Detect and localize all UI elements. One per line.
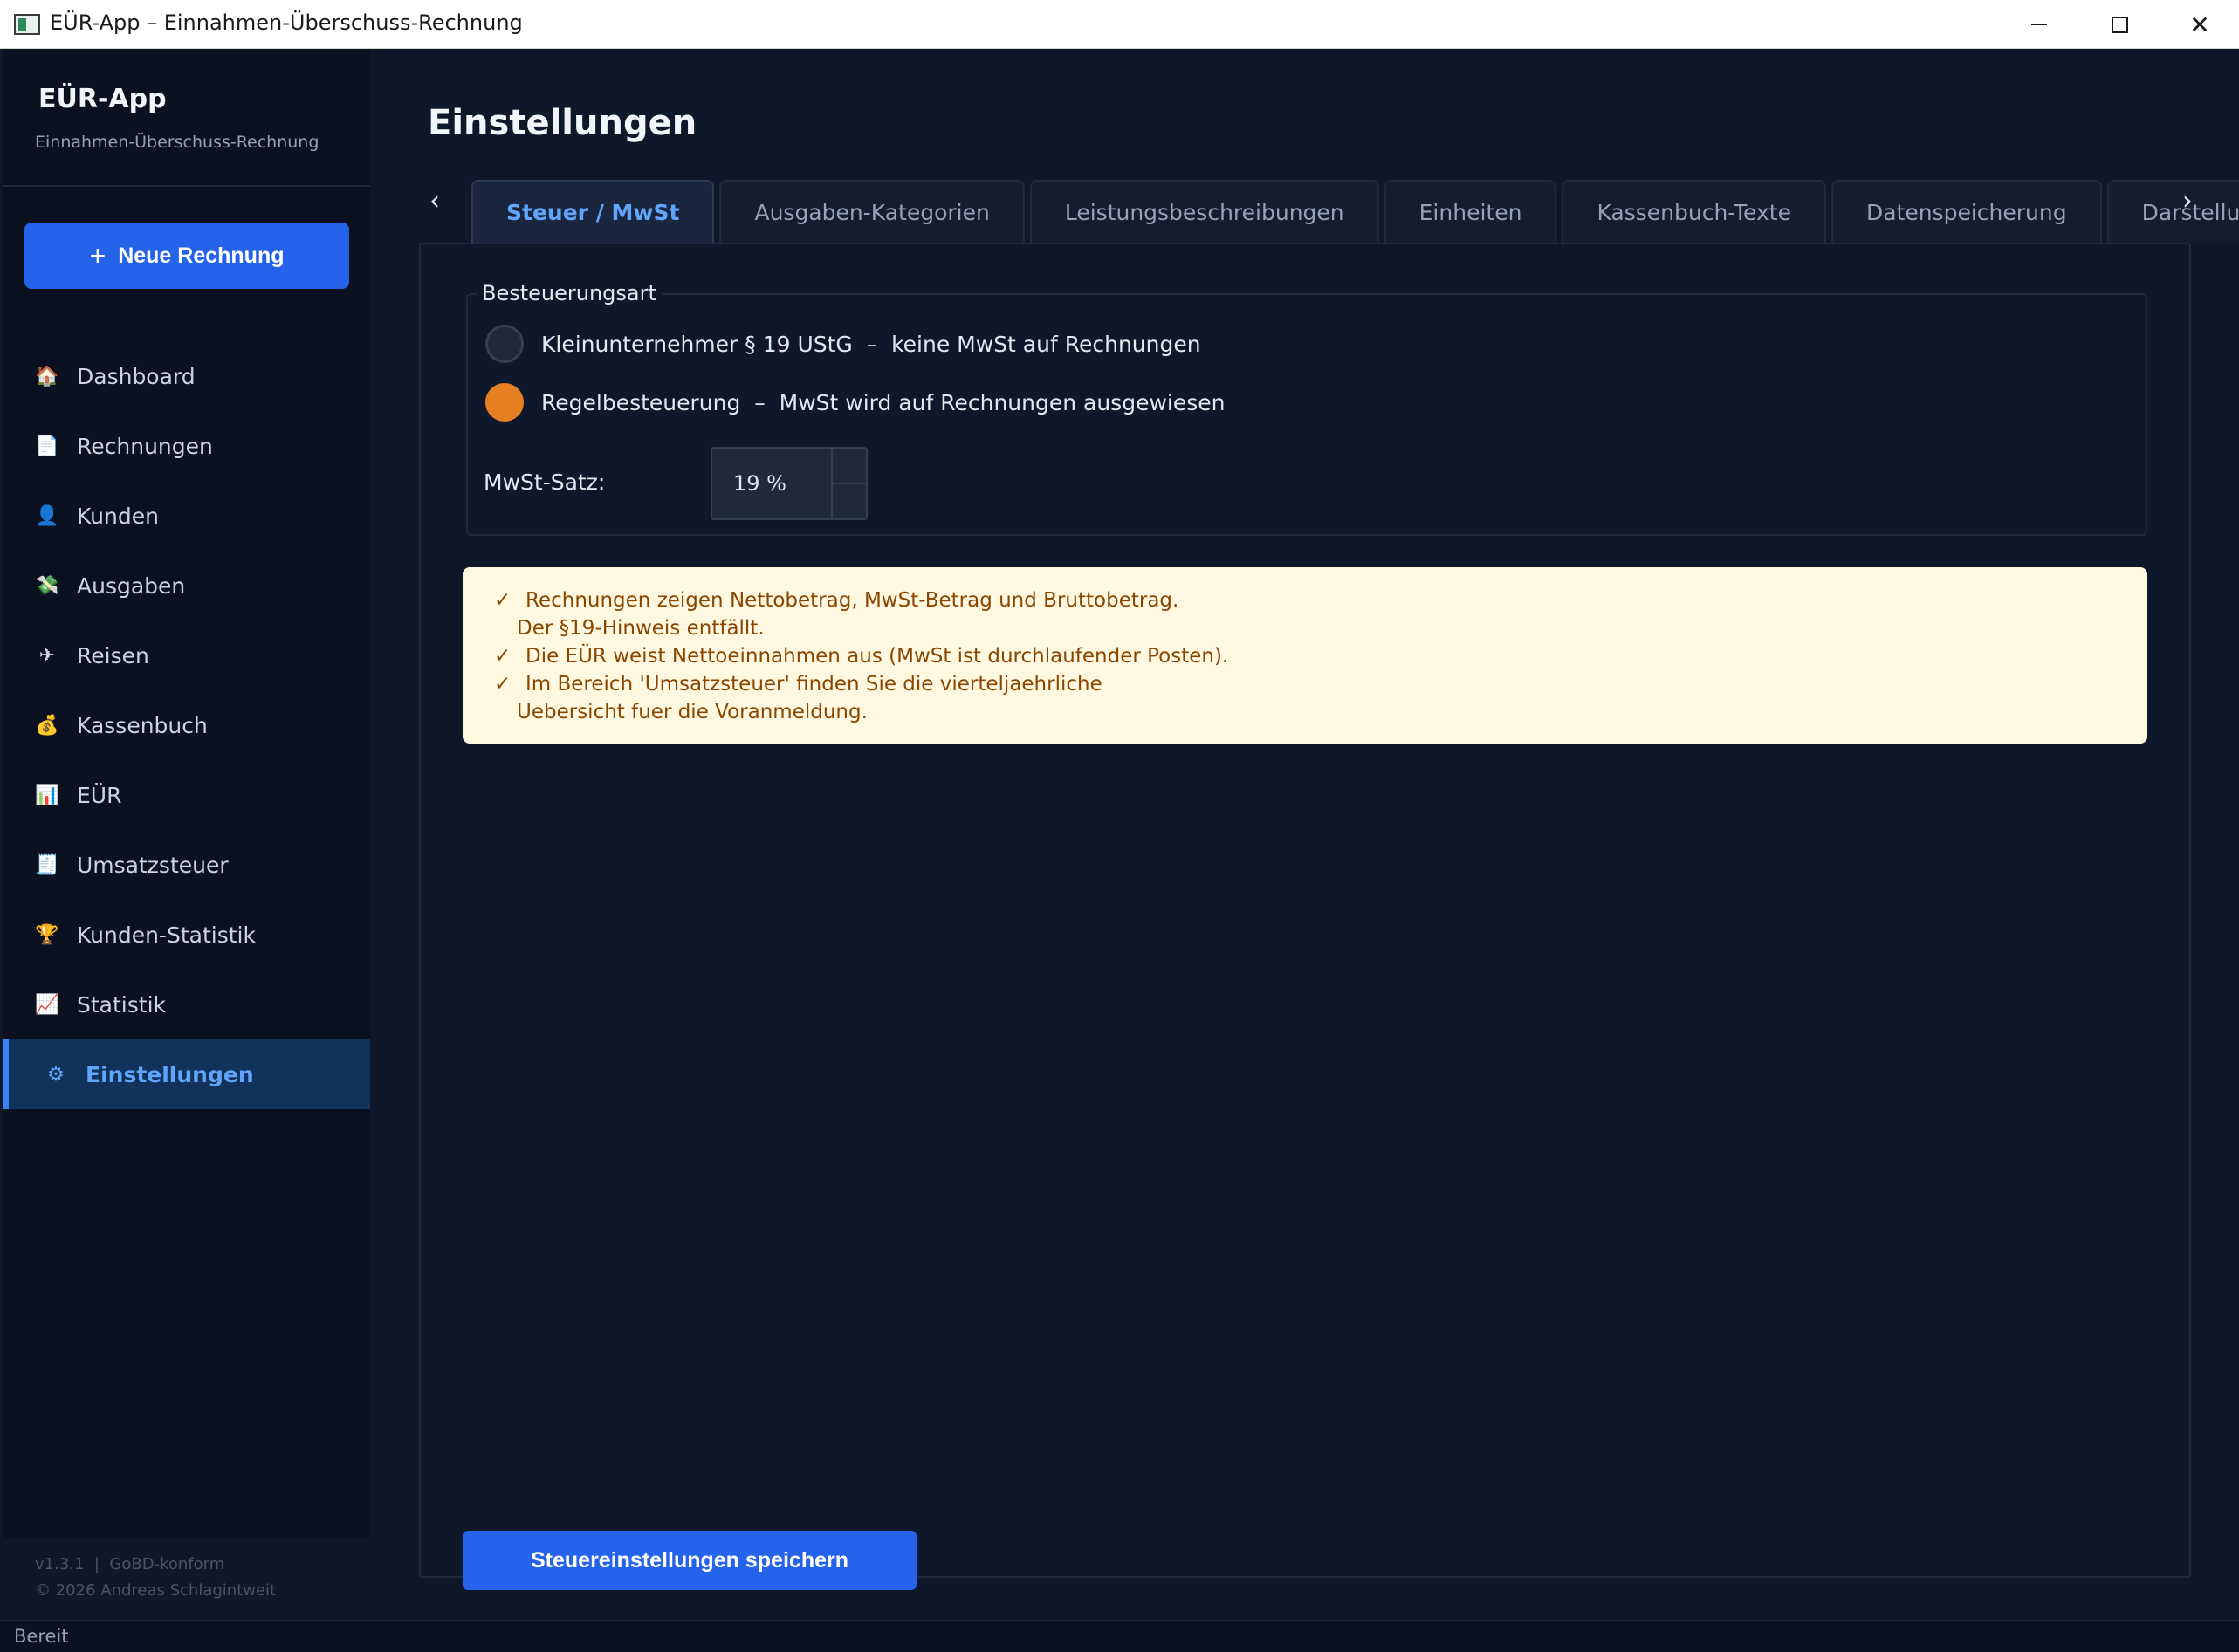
sidebar-item-einstellungen[interactable]: ⚙ Einstellungen: [3, 1039, 370, 1109]
minimize-button[interactable]: [1999, 0, 2079, 49]
copyright: © 2026 Andreas Schlagintweit: [35, 1581, 277, 1600]
gear-icon: ⚙: [47, 1063, 65, 1086]
sidebar-item-reisen[interactable]: ✈ Reisen: [3, 620, 370, 690]
status-text: Bereit: [14, 1626, 69, 1647]
sidebar-item-label: Rechnungen: [77, 433, 213, 459]
info-box: ✓ Rechnungen zeigen Nettobetrag, MwSt-Be…: [463, 567, 2147, 744]
sidebar-item-label: EÜR: [77, 782, 122, 808]
page-title: Einstellungen: [428, 103, 697, 143]
sidebar-item-label: Ausgaben: [77, 572, 186, 599]
radio-label: Kleinunternehmer § 19 UStG – keine MwSt …: [541, 331, 1201, 357]
tab-datenspeicherung[interactable]: Datenspeicherung: [1830, 180, 2102, 243]
app-window-icon: [14, 14, 40, 35]
sidebar-item-label: Kunden: [77, 503, 159, 529]
sidebar-item-dashboard[interactable]: 🏠 Dashboard: [3, 341, 370, 411]
app-name: EÜR-App: [38, 84, 167, 114]
settings-tabs: Steuer / MwSt Ausgaben-Kategorien Leistu…: [471, 180, 2239, 243]
info-text: Rechnungen zeigen Nettobetrag, MwSt-Betr…: [525, 589, 1179, 612]
app-subtitle: Einnahmen-Überschuss-Rechnung: [35, 133, 319, 152]
maximize-icon: [2111, 16, 2128, 33]
chevron-left-icon: ‹: [429, 185, 440, 216]
person-icon: 👤: [35, 504, 59, 527]
vat-rate-value: 19 %: [733, 471, 786, 496]
info-text: Die EÜR weist Nettoeinnahmen aus (MwSt i…: [525, 645, 1229, 668]
info-text: Im Bereich 'Umsatzsteuer' finden Sie die…: [525, 673, 1102, 696]
airplane-icon: ✈: [38, 644, 56, 667]
plus-icon: +: [89, 239, 106, 271]
money-bag-icon: 💰: [35, 714, 59, 737]
sidebar-item-label: Einstellungen: [86, 1061, 254, 1087]
radio-kleinunternehmer[interactable]: Kleinunternehmer § 19 UStG – keine MwSt …: [485, 325, 1201, 363]
info-line: ✓ Die EÜR weist Nettoeinnahmen aus (MwSt…: [494, 642, 2116, 670]
tab-panel: Kleinunternehmer § 19 UStG – keine MwSt …: [419, 243, 2191, 1590]
minimize-icon: [2031, 24, 2047, 25]
tab-einheiten[interactable]: Einheiten: [1384, 180, 1557, 243]
taxation-group-label: Besteuerungsart: [477, 281, 662, 305]
checkmark-icon: ✓: [494, 673, 512, 696]
sidebar-item-umsatzsteuer[interactable]: 🧾 Umsatzsteuer: [3, 830, 370, 900]
close-button[interactable]: ✕: [2160, 0, 2239, 49]
sidebar-item-label: Umsatzsteuer: [77, 852, 229, 878]
new-invoice-button[interactable]: + Neue Rechnung: [24, 223, 349, 289]
tab-kassenbuch-texte[interactable]: Kassenbuch-Texte: [1562, 180, 1826, 243]
sidebar-item-kunden-statistik[interactable]: 🏆 Kunden-Statistik: [3, 900, 370, 970]
tab-leistungsbeschreibungen[interactable]: Leistungsbeschreibungen: [1029, 180, 1379, 243]
info-text: Der §19-Hinweis entfällt.: [517, 617, 765, 640]
taxation-group: Kleinunternehmer § 19 UStG – keine MwSt …: [466, 293, 2147, 536]
bar-chart-icon: 📊: [35, 784, 59, 806]
sidebar-item-statistik[interactable]: 📈 Statistik: [3, 970, 370, 1039]
info-line: ✓ Im Bereich 'Umsatzsteuer' finden Sie d…: [494, 670, 2116, 698]
info-text: Uebersicht fuer die Voranmeldung.: [517, 701, 868, 723]
tab-steuer-mwst[interactable]: Steuer / MwSt: [471, 180, 715, 243]
document-icon: 📄: [35, 435, 59, 457]
sidebar-item-ausgaben[interactable]: 💸 Ausgaben: [3, 551, 370, 620]
sidebar-item-kunden[interactable]: 👤 Kunden: [3, 481, 370, 551]
info-line: Der §19-Hinweis entfällt.: [494, 614, 2116, 642]
spinbox-stepper-buttons[interactable]: [831, 449, 868, 518]
receipt-icon: 🧾: [35, 853, 59, 876]
radio-label: Regelbesteuerung – MwSt wird auf Rechnun…: [541, 389, 1226, 415]
checkmark-icon: ✓: [494, 589, 512, 612]
sidebar-nav: 🏠 Dashboard 📄 Rechnungen 👤 Kunden 💸 Ausg…: [3, 341, 370, 1109]
info-line: ✓ Rechnungen zeigen Nettobetrag, MwSt-Be…: [494, 586, 2116, 614]
window-title: EÜR-App – Einnahmen-Überschuss-Rechnung: [50, 10, 523, 35]
main-content: Einstellungen ‹ Steuer / MwSt Ausgaben-K…: [370, 49, 2239, 1620]
radio-regelbesteuerung[interactable]: Regelbesteuerung – MwSt wird auf Rechnun…: [485, 383, 1225, 422]
chevron-right-icon: ›: [2182, 185, 2193, 216]
window-title-bar: EÜR-App – Einnahmen-Überschuss-Rechnung …: [0, 0, 2239, 49]
checkmark-icon: ✓: [494, 645, 512, 668]
money-wings-icon: 💸: [35, 574, 59, 597]
line-chart-icon: 📈: [35, 993, 59, 1016]
sidebar-item-label: Statistik: [77, 991, 166, 1018]
version-info: v1.3.1 | GoBD-konform: [35, 1555, 225, 1573]
tab-scroll-left-button[interactable]: ‹: [417, 180, 452, 222]
info-line: Uebersicht fuer die Voranmeldung.: [494, 698, 2116, 726]
tab-scroll-right-button[interactable]: ›: [2170, 180, 2205, 222]
sidebar-divider: [3, 185, 370, 187]
sidebar-item-label: Kunden-Statistik: [77, 922, 256, 948]
sidebar-item-label: Kassenbuch: [77, 712, 208, 738]
trophy-icon: 🏆: [35, 923, 59, 946]
house-icon: 🏠: [35, 365, 59, 387]
sidebar-item-label: Dashboard: [77, 363, 196, 389]
sidebar: EÜR-App Einnahmen-Überschuss-Rechnung + …: [3, 49, 370, 1600]
radio-selected-icon: [485, 383, 524, 422]
sidebar-item-label: Reisen: [77, 642, 149, 668]
radio-unselected-icon: [485, 325, 524, 363]
vat-rate-spinbox[interactable]: 19 %: [711, 447, 868, 520]
tab-ausgaben-kategorien[interactable]: Ausgaben-Kategorien: [719, 180, 1025, 243]
status-bar: Bereit: [0, 1620, 2239, 1652]
sidebar-item-kassenbuch[interactable]: 💰 Kassenbuch: [3, 690, 370, 760]
close-icon: ✕: [2189, 10, 2210, 39]
maximize-button[interactable]: [2079, 0, 2160, 49]
new-invoice-label: Neue Rechnung: [118, 243, 285, 268]
vat-rate-label: MwSt-Satz:: [484, 470, 606, 495]
sidebar-item-eur[interactable]: 📊 EÜR: [3, 760, 370, 830]
save-tax-settings-button[interactable]: Steuereinstellungen speichern: [463, 1531, 917, 1590]
sidebar-item-rechnungen[interactable]: 📄 Rechnungen: [3, 411, 370, 481]
